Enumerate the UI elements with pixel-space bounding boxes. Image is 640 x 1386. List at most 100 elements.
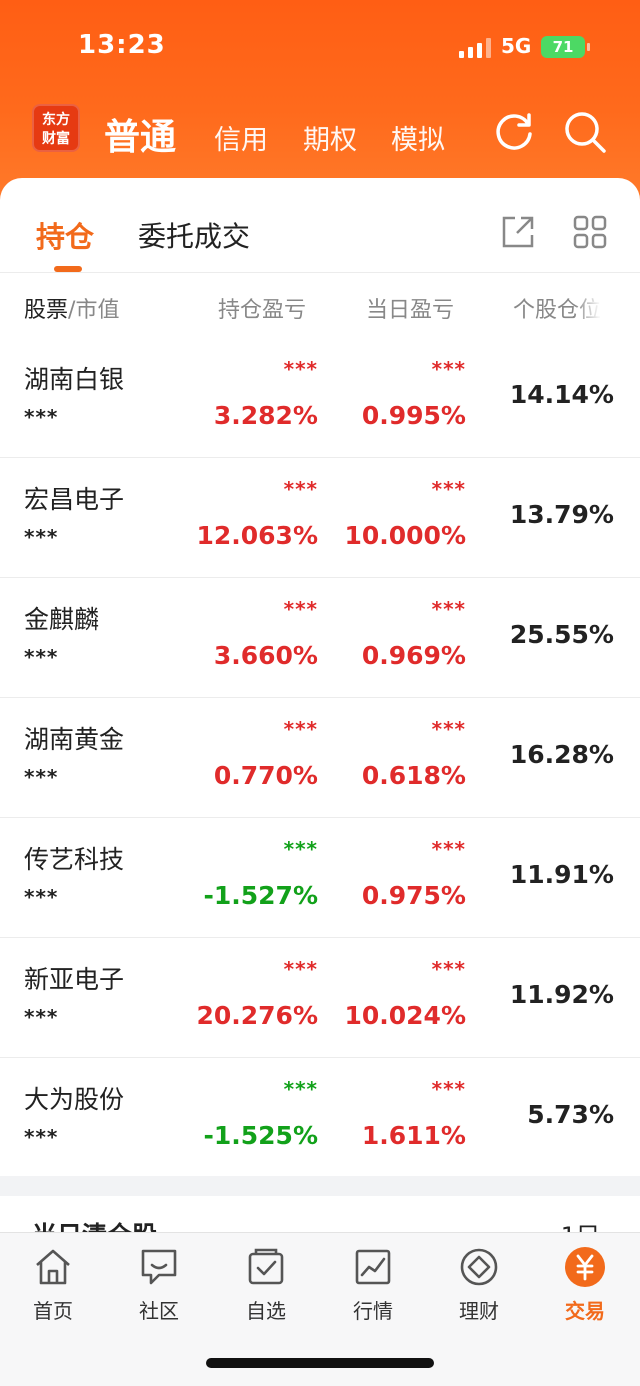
tab-options[interactable]: 期权 (303, 118, 357, 157)
stock-name: 宏昌电子 (24, 485, 125, 514)
tab-yuan[interactable]: 交易 (540, 1245, 630, 1325)
day-pl-amount: *** (431, 477, 466, 501)
table-header: 股票/市值 持仓盈亏 当日盈亏 个股仓位 (0, 274, 640, 338)
table-row[interactable]: 新亚电子 *** *** 20.276% *** 10.024% 11.92% (0, 938, 640, 1058)
market-value: *** (24, 645, 59, 669)
stock-name: 传艺科技 (24, 845, 125, 874)
tab-credit[interactable]: 信用 (214, 118, 268, 157)
holding-pl-amount: *** (283, 1077, 318, 1101)
grid-icon[interactable] (572, 214, 608, 250)
col-day-pl[interactable]: 当日盈亏 (366, 292, 454, 324)
holding-pl-percent: 3.660% (213, 641, 318, 670)
day-pl-amount: *** (431, 957, 466, 981)
day-pl-amount: *** (431, 837, 466, 861)
holding-pl-amount: *** (283, 837, 318, 861)
app-logo: 东方 财富 (32, 104, 80, 152)
search-icon[interactable] (563, 110, 607, 154)
refresh-icon[interactable] (492, 110, 536, 154)
home-icon (36, 1249, 70, 1285)
position-ratio: 11.91% (509, 860, 614, 889)
network-type: 5G (501, 34, 532, 58)
holding-pl-amount: *** (283, 717, 318, 741)
section-divider (0, 1176, 640, 1196)
market-value: *** (24, 405, 59, 429)
share-icon[interactable] (500, 214, 536, 250)
table-row[interactable]: 金麒麟 *** *** 3.660% *** 0.969% 25.55% (0, 578, 640, 698)
table-row[interactable]: 传艺科技 *** *** -1.527% *** 0.975% 11.91% (0, 818, 640, 938)
tab-label: 交易 (565, 1299, 605, 1323)
position-ratio: 14.14% (509, 380, 614, 409)
tab-watchlist[interactable]: 自选 (221, 1245, 311, 1325)
account-type-nav: 东方 财富 普通 信用 期权 模拟 (0, 100, 640, 170)
tab-normal[interactable]: 普通 (104, 108, 176, 160)
tab-holdings[interactable]: 持仓 (36, 214, 94, 256)
status-time: 13:23 (78, 30, 166, 60)
day-pl-amount: *** (431, 597, 466, 621)
day-pl-percent: 0.975% (361, 881, 466, 910)
tab-label: 行情 (353, 1299, 393, 1323)
day-pl-percent: 10.024% (344, 1001, 466, 1030)
stock-name: 大为股份 (24, 1085, 125, 1114)
market-value: *** (24, 1005, 59, 1029)
day-pl-percent: 10.000% (344, 521, 466, 550)
col-position[interactable]: 个股仓位 (513, 292, 601, 324)
day-pl-percent: 0.618% (361, 761, 466, 790)
holding-pl-percent: 0.770% (213, 761, 318, 790)
tab-chart[interactable]: 行情 (328, 1245, 418, 1325)
holding-pl-percent: 20.276% (196, 1001, 318, 1030)
table-row[interactable]: 湖南白银 *** *** 3.282% *** 0.995% 14.14% (0, 338, 640, 458)
tab-label: 自选 (246, 1299, 286, 1323)
home-indicator (206, 1358, 434, 1368)
position-subtabs: 持仓 委托成交 (0, 178, 640, 273)
holding-pl-percent: -1.527% (203, 881, 318, 910)
day-pl-percent: 0.995% (361, 401, 466, 430)
position-ratio: 25.55% (509, 620, 614, 649)
tab-orders-trades[interactable]: 委托成交 (138, 215, 250, 255)
stock-name: 湖南白银 (24, 365, 125, 394)
table-row[interactable]: 宏昌电子 *** *** 12.063% *** 10.000% 13.79% (0, 458, 640, 578)
watchlist-icon (248, 1248, 284, 1285)
positions-card: 持仓 委托成交 股票/市值 持仓盈亏 当日盈亏 个股仓位 湖南白银 *** *** 3… (0, 178, 640, 1178)
signal-icon (459, 38, 493, 58)
cleared-today-row[interactable]: 当日清仓股 1只 (0, 1196, 640, 1236)
table-row[interactable]: 湖南黄金 *** *** 0.770% *** 0.618% 16.28% (0, 698, 640, 818)
holdings-list: 湖南白银 *** *** 3.282% *** 0.995% 14.14% 宏昌电子 *** **… (0, 338, 640, 1178)
stock-name: 金麒麟 (24, 605, 100, 634)
table-row[interactable]: 大为股份 *** *** -1.525% *** 1.611% 5.73% (0, 1058, 640, 1178)
holding-pl-percent: 12.063% (196, 521, 318, 550)
tab-home[interactable]: 首页 (8, 1245, 98, 1325)
col-stock-value[interactable]: 股票/市值 (24, 292, 119, 324)
holding-pl-amount: *** (283, 477, 318, 501)
tab-label: 首页 (33, 1299, 73, 1323)
holding-pl-amount: *** (283, 957, 318, 981)
battery-icon: 71 (541, 36, 590, 58)
position-ratio: 16.28% (509, 740, 614, 769)
wealth-icon (460, 1248, 498, 1286)
holding-pl-amount: *** (283, 597, 318, 621)
tab-simulated[interactable]: 模拟 (391, 118, 445, 157)
day-pl-percent: 0.969% (361, 641, 466, 670)
holding-pl-amount: *** (283, 357, 318, 381)
yuan-icon (565, 1247, 605, 1287)
market-value: *** (24, 1125, 59, 1149)
day-pl-amount: *** (431, 717, 466, 741)
stock-name: 湖南黄金 (24, 725, 125, 754)
day-pl-amount: *** (431, 357, 466, 381)
tab-wealth[interactable]: 理财 (434, 1245, 524, 1325)
stock-name: 新亚电子 (24, 965, 125, 994)
position-ratio: 5.73% (527, 1100, 614, 1129)
market-value: *** (24, 885, 59, 909)
market-value: *** (24, 765, 59, 789)
position-ratio: 13.79% (509, 500, 614, 529)
col-holding-pl[interactable]: 持仓盈亏 (218, 292, 306, 324)
tab-label: 理财 (459, 1299, 499, 1323)
status-bar: 13:23 5G 71 (0, 0, 640, 96)
chart-icon (355, 1249, 391, 1285)
day-pl-amount: *** (431, 1077, 466, 1101)
day-pl-percent: 1.611% (361, 1121, 466, 1150)
position-ratio: 11.92% (509, 980, 614, 1009)
tab-chat[interactable]: 社区 (114, 1245, 204, 1325)
chat-icon (141, 1249, 177, 1285)
active-tab-indicator (54, 266, 82, 272)
holding-pl-percent: 3.282% (213, 401, 318, 430)
